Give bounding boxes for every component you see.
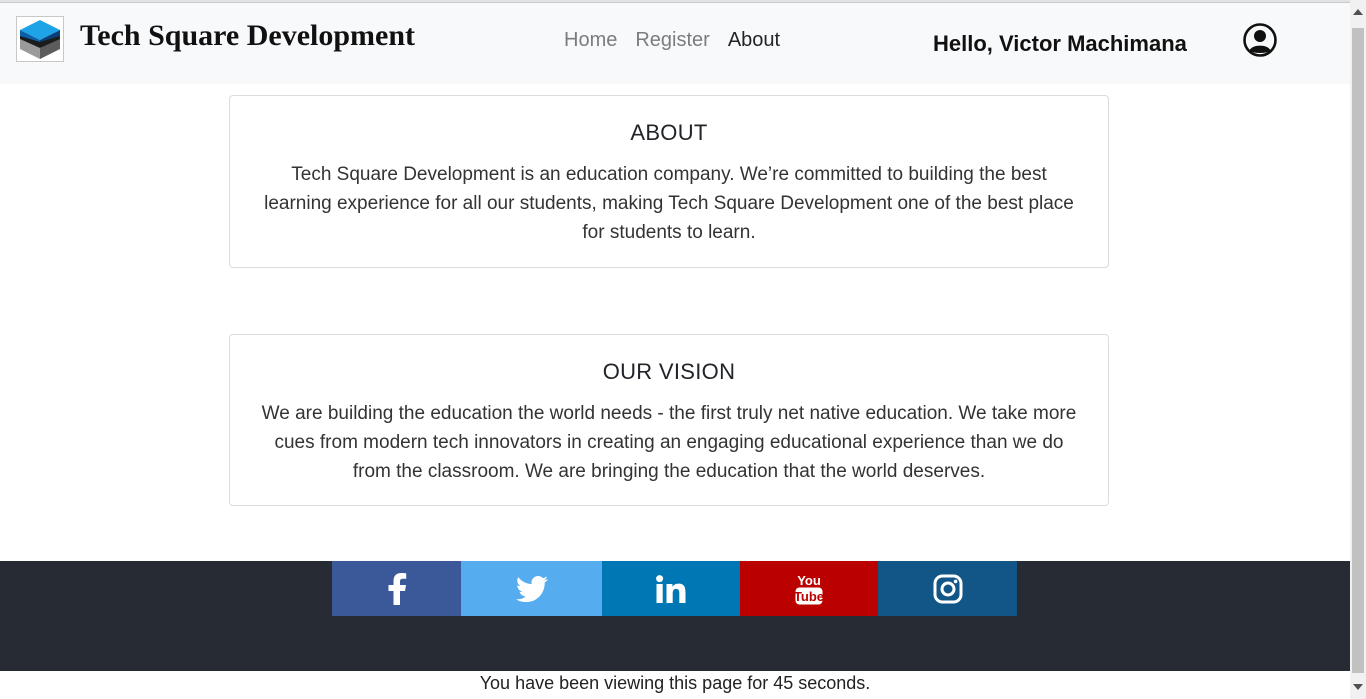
youtube-button[interactable]: You Tube bbox=[740, 561, 878, 616]
nav-link-about[interactable]: About bbox=[728, 29, 780, 52]
nav-link-register[interactable]: Register bbox=[635, 29, 709, 52]
svg-text:You: You bbox=[797, 573, 821, 588]
user-greeting: Hello, Victor Machimana bbox=[933, 31, 1187, 56]
scroll-down-arrow-icon[interactable] bbox=[1353, 684, 1363, 690]
navbar: Tech Square Development Home Register Ab… bbox=[0, 3, 1350, 84]
facebook-button[interactable] bbox=[332, 561, 461, 616]
linkedin-button[interactable] bbox=[602, 561, 740, 616]
scroll-up-arrow-icon[interactable] bbox=[1353, 9, 1363, 15]
brand-logo-icon[interactable] bbox=[16, 16, 64, 62]
footer: You Tube bbox=[0, 561, 1350, 671]
about-title: ABOUT bbox=[630, 120, 708, 145]
nav-links: Home Register About bbox=[564, 29, 798, 52]
view-timer-text: You have been viewing this page for 45 s… bbox=[479, 673, 871, 693]
youtube-icon: You Tube bbox=[794, 573, 824, 604]
user-circle-icon[interactable] bbox=[1243, 23, 1277, 57]
vision-title: OUR VISION bbox=[602, 359, 736, 384]
about-card: ABOUT Tech Square Development is an educ… bbox=[229, 95, 1109, 268]
nav-link-home[interactable]: Home bbox=[564, 29, 617, 52]
vision-text: We are building the education the world … bbox=[261, 403, 1077, 482]
twitter-button[interactable] bbox=[461, 561, 602, 616]
linkedin-icon bbox=[656, 574, 686, 603]
twitter-icon bbox=[515, 575, 548, 602]
about-text: Tech Square Development is an education … bbox=[264, 164, 1074, 243]
scrollbar-thumb[interactable] bbox=[1352, 28, 1364, 673]
instagram-button[interactable] bbox=[878, 561, 1017, 616]
svg-text:Tube: Tube bbox=[794, 589, 824, 604]
vision-card: OUR VISION We are building the education… bbox=[229, 334, 1109, 506]
facebook-icon bbox=[388, 572, 406, 605]
instagram-icon bbox=[933, 574, 962, 603]
brand-title[interactable]: Tech Square Development bbox=[80, 19, 415, 53]
